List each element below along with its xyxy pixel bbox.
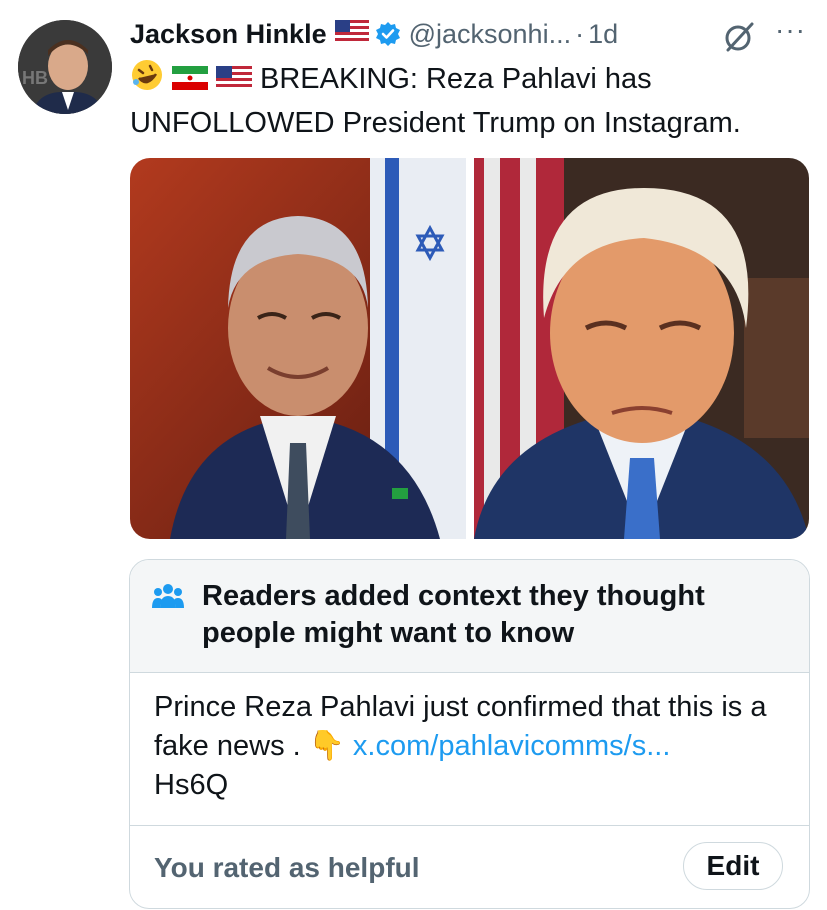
grok-icon[interactable] bbox=[722, 20, 756, 54]
verified-badge-icon[interactable] bbox=[375, 21, 401, 47]
community-note-tail: Hs6Q bbox=[154, 769, 229, 801]
community-note-title: Readers added context they thought peopl… bbox=[202, 580, 705, 649]
tweet-timestamp[interactable]: 1d bbox=[588, 19, 618, 50]
community-note[interactable]: Readers added context they thought peopl… bbox=[129, 559, 810, 909]
more-options-icon[interactable]: ··· bbox=[775, 14, 806, 46]
author-name[interactable]: Jackson Hinkle bbox=[130, 19, 327, 50]
photo-donald-trump[interactable] bbox=[474, 158, 809, 539]
people-icon bbox=[152, 582, 184, 610]
svg-text:HB: HB bbox=[22, 68, 48, 88]
rofl-emoji-icon bbox=[130, 58, 164, 103]
pointing-down-emoji-icon: 👇 bbox=[308, 730, 345, 762]
community-note-link[interactable]: x.com/pahlavicomms/s... bbox=[353, 730, 670, 762]
separator-dot: · bbox=[575, 18, 585, 49]
community-note-header: Readers added context they thought peopl… bbox=[130, 560, 809, 673]
author-avatar[interactable]: HB bbox=[18, 20, 112, 114]
iran-flag-icon bbox=[172, 61, 208, 101]
tweet-header: Jackson Hinkle @jacksonhi... · 1d bbox=[130, 14, 817, 54]
photo-reza-pahlavi[interactable] bbox=[130, 158, 466, 539]
rated-helpful-label: You rated as helpful bbox=[154, 852, 420, 883]
tweet-media[interactable] bbox=[130, 158, 809, 539]
us-flag-icon bbox=[216, 61, 252, 101]
edit-rating-button[interactable]: Edit bbox=[683, 842, 783, 890]
author-handle[interactable]: @jacksonhi... bbox=[409, 19, 571, 50]
us-flag-icon bbox=[334, 19, 369, 49]
community-note-footer: You rated as helpful Edit bbox=[130, 825, 809, 908]
community-note-body: Prince Reza Pahlavi just confirmed that … bbox=[154, 688, 794, 805]
tweet-text: BREAKING: Reza Pahlavi has UNFOLLOWED Pr… bbox=[130, 58, 820, 143]
